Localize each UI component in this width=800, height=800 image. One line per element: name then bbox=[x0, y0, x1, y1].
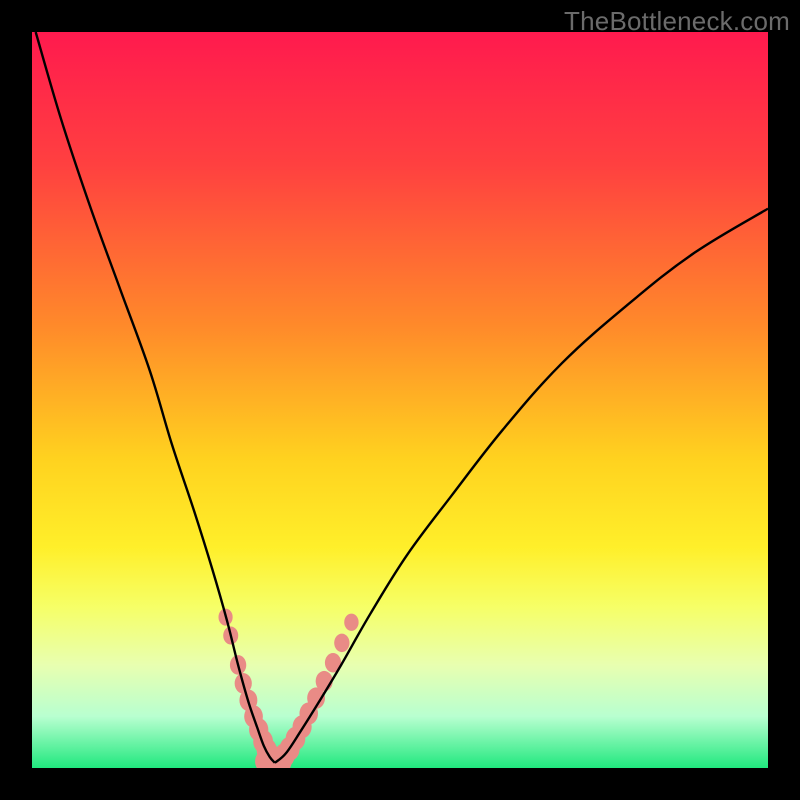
gradient-background bbox=[32, 32, 768, 768]
blob bbox=[334, 634, 349, 652]
watermark-text: TheBottleneck.com bbox=[564, 6, 790, 37]
outer-frame: TheBottleneck.com bbox=[0, 0, 800, 800]
plot-area bbox=[32, 32, 768, 768]
chart-svg bbox=[32, 32, 768, 768]
blob bbox=[344, 614, 358, 631]
